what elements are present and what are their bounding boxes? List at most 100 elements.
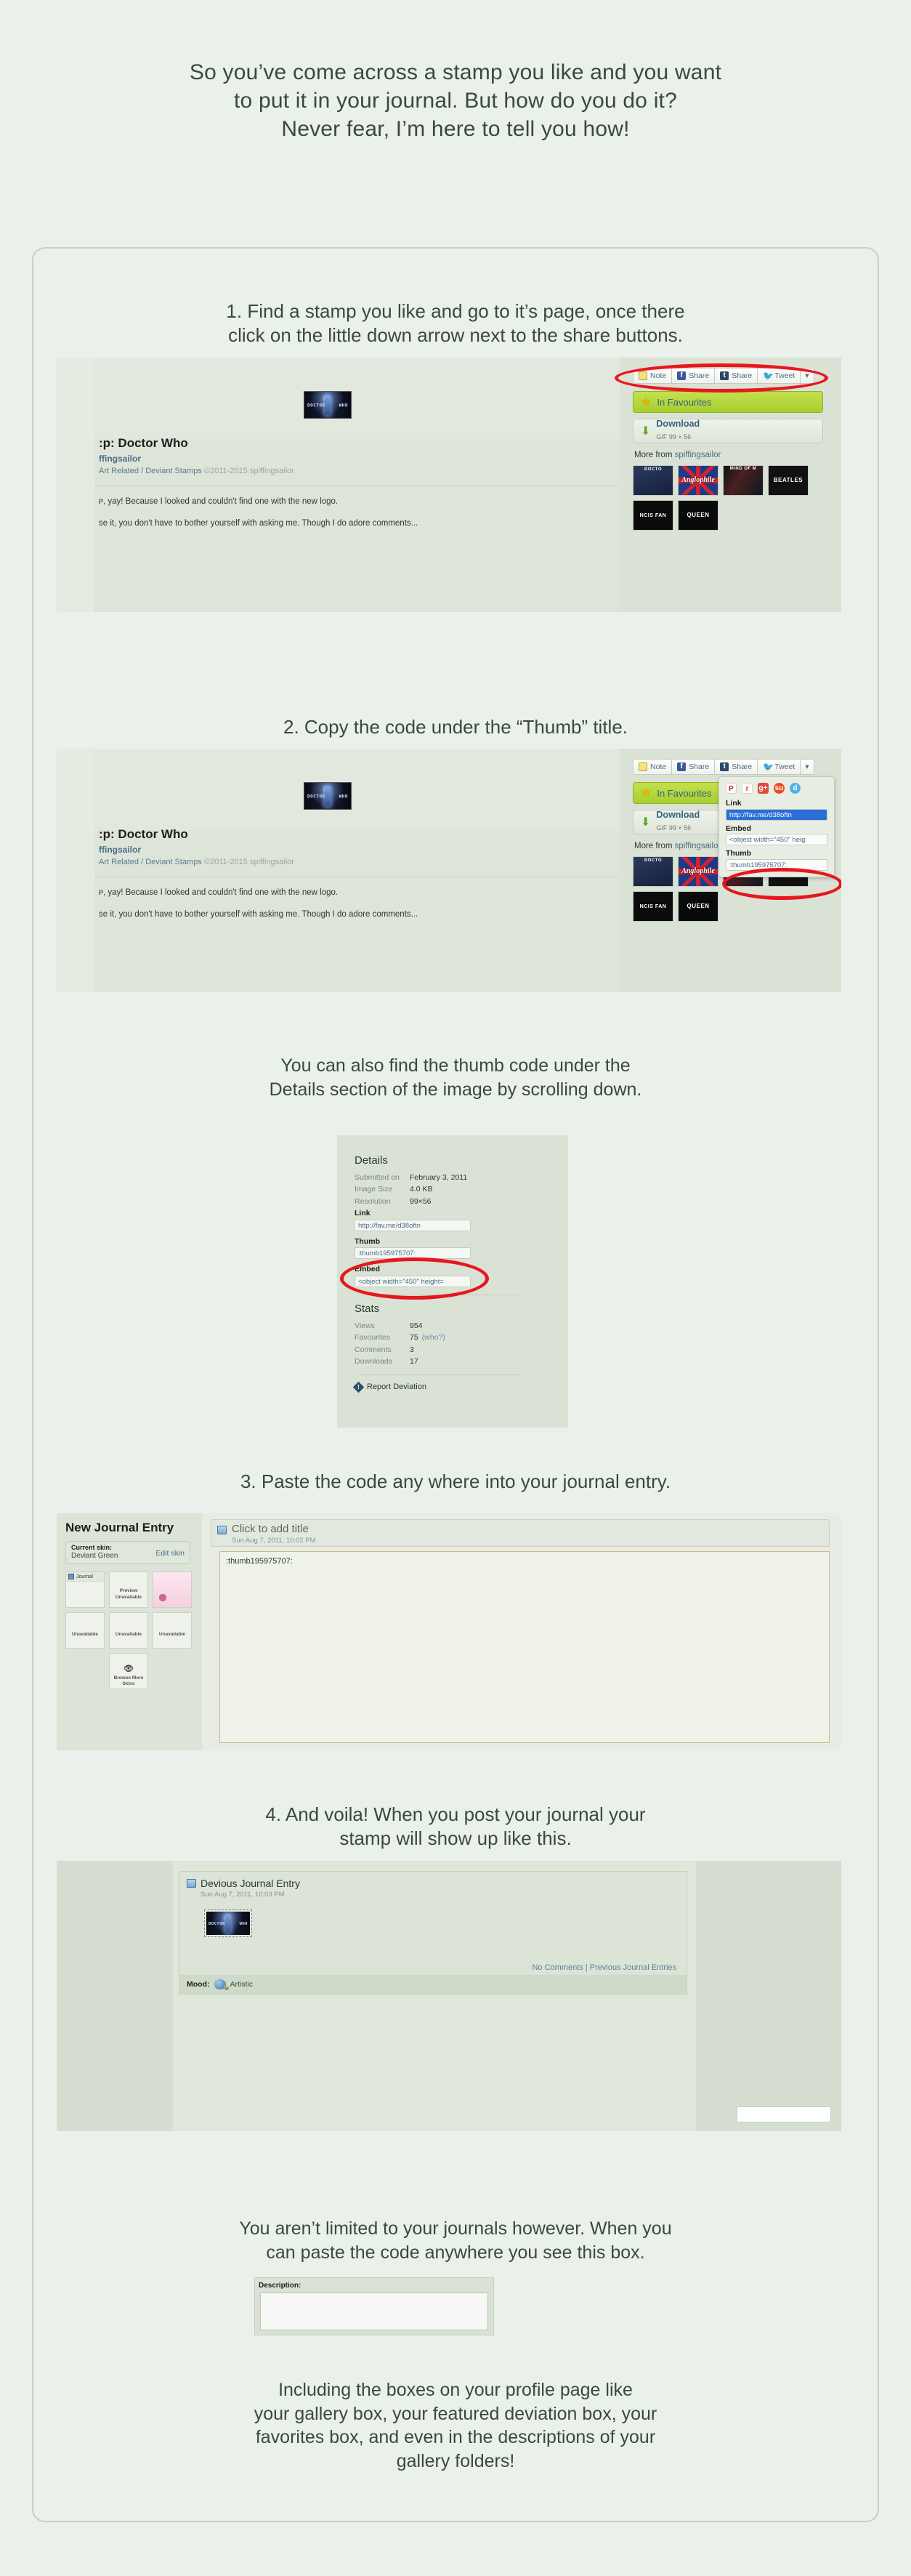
step2-screenshot: DOCTOR WHO :p: Doctor Who ffingsailor Ar… xyxy=(57,749,841,992)
more-from-row: More from spiffingsailor xyxy=(634,451,721,459)
skin-card-tab: Journal xyxy=(66,1572,104,1582)
details-embed-field[interactable]: <object width="450" height= xyxy=(355,1276,471,1288)
details-thumb-field[interactable]: :thumb195975707: xyxy=(355,1247,471,1260)
unavailable-card-1[interactable]: Unavailable xyxy=(65,1612,105,1649)
thumb-label: DOCTO xyxy=(644,858,663,863)
deviation-author-2[interactable]: ffingsailor xyxy=(99,845,141,855)
journal-body-editor[interactable]: :thumb195975707: xyxy=(219,1551,830,1743)
report-deviation-button[interactable]: Report Deviation xyxy=(352,1381,525,1393)
tumblr-icon: t xyxy=(720,762,729,771)
twitter-tweet-button[interactable]: 🐦 Tweet xyxy=(757,368,801,384)
thumbnail-queen[interactable]: QUEEN xyxy=(678,500,718,531)
current-skin-box: Current skin: Deviant Green Edit skin xyxy=(65,1541,190,1564)
pinterest-icon[interactable]: P xyxy=(726,783,737,794)
details-value: 4.0 KB xyxy=(410,1185,433,1194)
dropdown-thumb-field[interactable]: :thumb195975707: xyxy=(726,859,827,872)
thumb-label: QUEEN xyxy=(687,512,710,518)
skin-card-tab-label: Journal xyxy=(76,1574,93,1579)
description-box: Description: xyxy=(254,2277,494,2335)
share-dropdown-caret-icon[interactable]: ▾ xyxy=(800,368,814,384)
thumbnail-ncis[interactable]: NCIS FAN xyxy=(633,500,673,531)
browse-more-skins-card[interactable]: 👁 Browse More Skins xyxy=(109,1653,148,1689)
step1-screenshot: DOCTOR WHO :p: Doctor Who ffingsailor Ar… xyxy=(57,358,841,612)
deviation-description-line-2: ѕe it, you don't have to bother yourself… xyxy=(99,519,418,528)
previous-journal-entries-link[interactable]: Previous Journal Entries xyxy=(590,1963,676,1972)
skin-card-mid-label: Preview Unavailable xyxy=(115,1588,142,1600)
posted-stamp-thumbnail[interactable]: DOCTOR WHO xyxy=(204,1909,252,1937)
dropdown-link-field[interactable]: http://fav.me/d38oftn xyxy=(726,808,827,821)
in-favourites-button[interactable]: ★ In Favourites xyxy=(633,391,823,413)
step2b-text-line-1: You can also find the thumb code under t… xyxy=(280,1055,631,1076)
skin-card-mid-label: Unavailable xyxy=(115,1632,142,1638)
no-comments-link[interactable]: No Comments xyxy=(532,1963,583,1972)
description-textarea[interactable] xyxy=(260,2293,488,2330)
in-favourites-label: In Favourites xyxy=(657,396,712,408)
current-skin-label: Current skin: xyxy=(71,1544,113,1551)
note-button[interactable]: Note xyxy=(633,368,672,384)
thumbnail-ncis-2[interactable]: NCIS FAN xyxy=(633,891,673,922)
details-link-field[interactable]: http://fav.me/d38oftn xyxy=(355,1219,471,1231)
preview-unavailable-card[interactable]: Preview Unavailable xyxy=(109,1571,148,1608)
step3-screenshot: New Journal Entry Current skin: Deviant … xyxy=(57,1513,841,1750)
deviation-sidebar-2: Note f Share t Share 🐦 Tweet ▾ ★ In Favo… xyxy=(620,749,841,992)
step2b-screenshot: Details Submitted on February 3, 2011 Im… xyxy=(337,1135,568,1428)
category-text[interactable]: Art Related / Deviant Stamps xyxy=(99,467,202,475)
details-row: Submitted on February 3, 2011 xyxy=(355,1172,525,1183)
tumblr-share-button-2[interactable]: t Share xyxy=(714,759,758,775)
download-button[interactable]: ⬇ Download GIF 99 × 56 xyxy=(633,419,823,443)
thumbnail-anglophile-2[interactable]: Anglophile xyxy=(678,856,718,887)
tumblr-share-button[interactable]: t Share xyxy=(714,368,758,384)
share-dropdown-caret-icon-2[interactable]: ▾ xyxy=(800,759,814,775)
thumbnail-anglophile[interactable]: Anglophile xyxy=(678,465,718,496)
details-heading: Details xyxy=(355,1154,388,1167)
stumbleupon-icon[interactable]: su xyxy=(774,783,785,794)
more-from-username[interactable]: spiffingsailor xyxy=(675,451,721,459)
category-text[interactable]: Art Related / Deviant Stamps xyxy=(99,858,202,866)
posted-journal-title[interactable]: Devious Journal Entry xyxy=(201,1877,300,1889)
profile-empty-box xyxy=(737,2106,831,2122)
dropdown-embed-field[interactable]: <object width="450" heig xyxy=(726,834,827,846)
stats-divider xyxy=(359,1374,521,1376)
stats-key: Views xyxy=(355,1321,375,1331)
skin-card-mid-label: Unavailable xyxy=(71,1632,99,1638)
journal-skin-card[interactable]: Journal xyxy=(65,1571,105,1608)
deviantart-icon[interactable]: d xyxy=(790,783,801,794)
unavailable-card-3[interactable]: Unavailable xyxy=(153,1612,192,1649)
stats-value: 954 xyxy=(410,1321,423,1331)
favourites-who-link[interactable]: (who?) xyxy=(422,1332,445,1343)
current-skin-value: Deviant Green xyxy=(71,1552,118,1560)
reddit-icon[interactable]: r xyxy=(742,783,753,794)
unavailable-card-2[interactable]: Unavailable xyxy=(109,1612,148,1649)
posted-journal-links: No Comments | Previous Journal Entries xyxy=(532,1963,676,1972)
twitter-tweet-button-2[interactable]: 🐦 Tweet xyxy=(757,759,801,775)
closing-line-4: gallery folders! xyxy=(396,2450,515,2471)
thumbnail-beatles[interactable]: BEATLES xyxy=(768,465,809,496)
social-icon-row: P r g+ su d xyxy=(726,783,827,794)
copyright-text: ©2011-2015 spiffingsailor xyxy=(203,467,294,475)
thumbnail-doctor-who[interactable]: DOCTO xyxy=(633,465,673,496)
deviation-title[interactable]: :p: Doctor Who xyxy=(99,436,188,451)
thumbnail-mind-of-man[interactable]: MIND OF M xyxy=(723,465,764,496)
intro-text: So you’ve come across a stamp you like a… xyxy=(0,0,911,143)
step2b-text-line-2: Details section of the image by scrollin… xyxy=(269,1079,642,1100)
facebook-share-button[interactable]: f Share xyxy=(671,368,715,384)
download-label: Download xyxy=(656,810,700,821)
deviation-author[interactable]: ffingsailor xyxy=(99,454,141,464)
more-from-label: More from xyxy=(634,451,675,459)
pink-skin-card[interactable] xyxy=(153,1571,192,1608)
note-button-2[interactable]: Note xyxy=(633,759,672,775)
facebook-share-button-2[interactable]: f Share xyxy=(671,759,715,775)
tutorial-page: So you’ve come across a stamp you like a… xyxy=(0,0,911,2576)
more-from-username[interactable]: spiffingsailor xyxy=(675,842,721,850)
details-value: February 3, 2011 xyxy=(410,1173,468,1182)
thumb-label: NCIS FAN xyxy=(639,903,667,909)
thumbnail-doctor-who-2[interactable]: DOCTO xyxy=(633,856,673,887)
thumbnail-queen-2[interactable]: QUEEN xyxy=(678,891,718,922)
google-plus-icon[interactable]: g+ xyxy=(758,783,769,794)
thumb-label: Anglophile xyxy=(681,476,715,484)
edit-skin-link[interactable]: Edit skin xyxy=(155,1549,185,1558)
deviation-title-2[interactable]: :p: Doctor Who xyxy=(99,827,188,842)
journal-title-input[interactable]: Click to add title xyxy=(232,1523,309,1535)
stats-row: Favourites 75 (who?) xyxy=(355,1332,525,1343)
details-panel: Details Submitted on February 3, 2011 Im… xyxy=(352,1154,525,1393)
